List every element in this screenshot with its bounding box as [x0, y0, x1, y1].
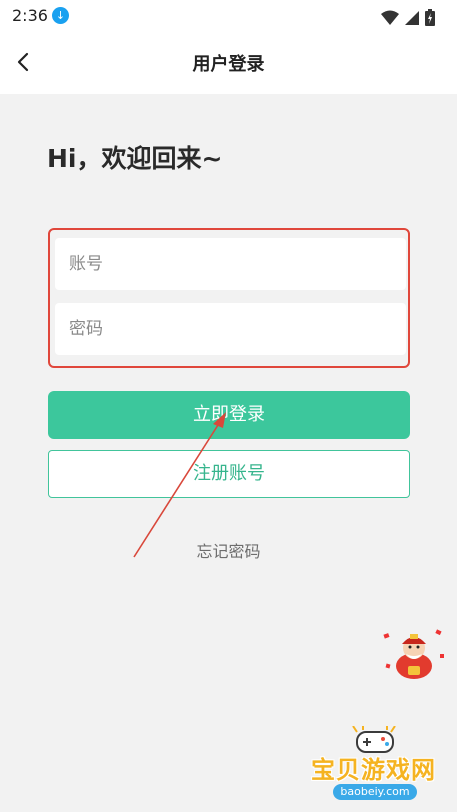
login-button[interactable]: 立即登录 [48, 391, 410, 439]
watermark-logo: 宝贝游戏网 baobeiy.com [305, 726, 445, 806]
greeting-heading: Hi，欢迎回来~ [47, 144, 223, 173]
account-input[interactable]: 账号 [55, 238, 406, 290]
watermark-en-text: baobeiy.com [333, 784, 417, 800]
watermark-cn-text: 宝贝游戏网 [311, 756, 436, 784]
battery-icon [425, 9, 435, 26]
forgot-password-link[interactable]: 忘记密码 [0, 538, 457, 562]
status-icons [380, 7, 435, 26]
download-icon: ↓ [52, 7, 69, 24]
status-time: 2:36 [12, 6, 48, 25]
password-input[interactable]: 密码 [55, 303, 406, 355]
mascot-image [383, 629, 444, 679]
wifi-icon [380, 10, 399, 25]
page-title: 用户登录 [192, 54, 265, 75]
password-placeholder: 密码 [69, 319, 103, 339]
signal-icon [404, 10, 419, 25]
login-form-highlight: 账号 密码 [48, 228, 410, 368]
account-placeholder: 账号 [69, 254, 103, 274]
status-bar: 2:36 ↓ [0, 0, 457, 32]
app-bar: 用户登录 [0, 32, 457, 94]
register-button[interactable]: 注册账号 [48, 450, 410, 498]
